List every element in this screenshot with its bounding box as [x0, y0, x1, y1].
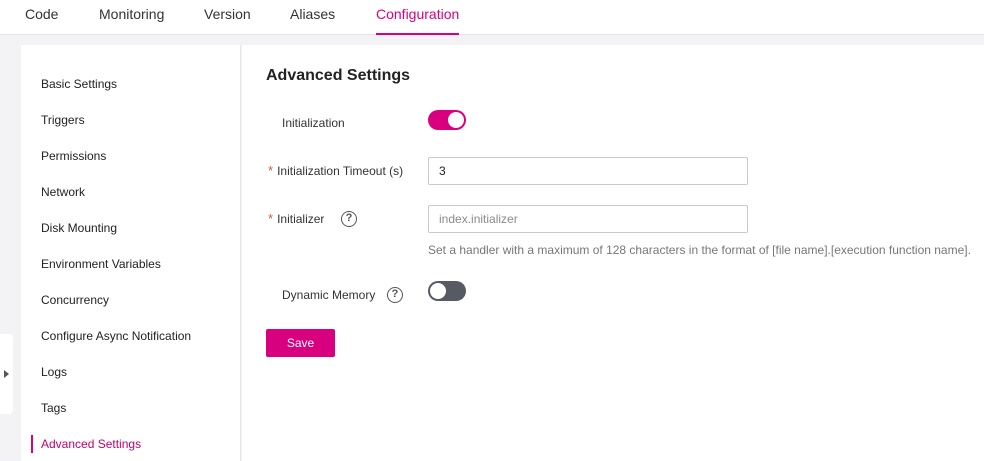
initializer-text: Initializer	[277, 212, 325, 226]
dynamic-memory-toggle[interactable]	[428, 281, 466, 301]
advanced-settings-panel: Advanced Settings Initialization * Initia…	[242, 45, 984, 461]
initializer-hint: Set a handler with a maximum of 128 char…	[428, 243, 971, 257]
initialization-timeout-text: Initialization Timeout (s)	[277, 164, 404, 178]
top-tab-bar: Code Monitoring Version Aliases Configur…	[0, 0, 984, 35]
sidebar-item-network[interactable]: Network	[41, 182, 85, 202]
active-item-indicator	[31, 435, 33, 453]
initialization-toggle[interactable]	[428, 110, 466, 130]
tab-version[interactable]: Version	[204, 0, 251, 35]
required-asterisk: *	[268, 211, 274, 226]
sidebar-item-advanced-settings[interactable]: Advanced Settings	[41, 434, 141, 454]
save-button[interactable]: Save	[266, 329, 335, 357]
sidebar-item-tags[interactable]: Tags	[41, 398, 66, 418]
tab-configuration[interactable]: Configuration	[376, 0, 460, 35]
toggle-knob	[430, 283, 446, 299]
sidebar-item-permissions[interactable]: Permissions	[41, 146, 106, 166]
sidebar-item-disk-mounting[interactable]: Disk Mounting	[41, 218, 117, 238]
toggle-knob	[448, 112, 464, 128]
dynamic-memory-label: Dynamic Memory	[282, 288, 376, 302]
initializer-input[interactable]	[428, 205, 748, 233]
sidebar-collapse-handle[interactable]	[0, 334, 13, 414]
sidebar-item-environment-variables[interactable]: Environment Variables	[41, 254, 161, 274]
help-icon[interactable]: ?	[341, 211, 357, 227]
tab-code[interactable]: Code	[25, 0, 58, 35]
sidebar-item-triggers[interactable]: Triggers	[41, 110, 85, 130]
tab-aliases[interactable]: Aliases	[290, 0, 335, 35]
sidebar-item-concurrency[interactable]: Concurrency	[41, 290, 109, 310]
initializer-label: * Initializer	[268, 211, 324, 227]
sidebar-item-configure-async-notification[interactable]: Configure Async Notification	[41, 326, 191, 346]
sidebar-item-basic-settings[interactable]: Basic Settings	[41, 74, 117, 94]
required-asterisk: *	[268, 163, 274, 178]
caret-right-icon	[4, 370, 9, 378]
section-title: Advanced Settings	[266, 67, 411, 84]
help-icon[interactable]: ?	[387, 287, 403, 303]
initialization-label: Initialization	[282, 116, 345, 130]
settings-sidebar: Basic Settings Triggers Permissions Netw…	[21, 45, 241, 461]
sidebar-item-logs[interactable]: Logs	[41, 362, 67, 382]
initialization-timeout-input[interactable]	[428, 157, 748, 185]
tab-monitoring[interactable]: Monitoring	[99, 0, 164, 35]
initialization-timeout-label: * Initialization Timeout (s)	[268, 163, 403, 179]
